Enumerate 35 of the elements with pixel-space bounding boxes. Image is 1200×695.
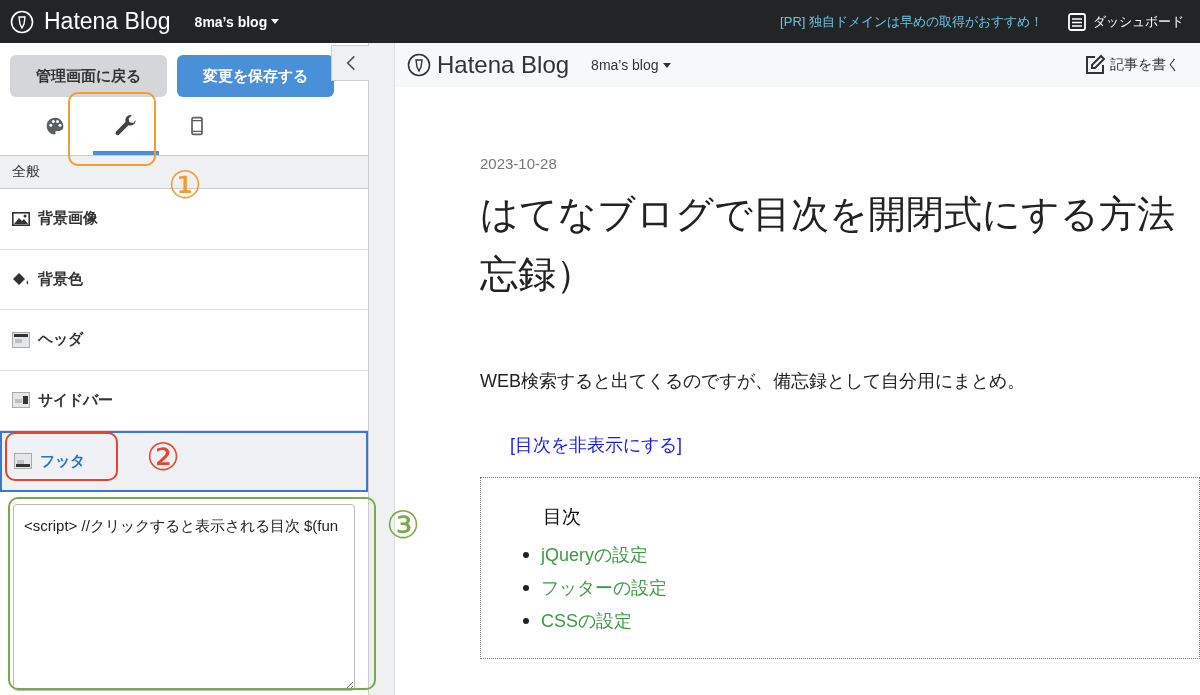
paint-bucket-icon (12, 272, 30, 287)
toc-link[interactable]: jQueryの設定 (541, 542, 648, 567)
step-number: ③ (386, 503, 421, 548)
chevron-left-icon (345, 54, 356, 72)
pen-nib-logo-icon (10, 9, 34, 34)
edit-icon (1084, 54, 1106, 76)
paragraph: WEB検索すると出てくるのですが、備忘録として自分用にまとめ。 (480, 370, 1025, 393)
write-post-button[interactable]: 記事を書く (1084, 54, 1180, 76)
bullet-icon (523, 551, 529, 558)
toc-link[interactable]: CSSの設定 (541, 608, 632, 633)
post-title: はてなブログで目次を開閉式にする方法 (480, 192, 1175, 237)
step-number: ② (146, 435, 181, 480)
promo-link[interactable]: [PR] 独自ドメインは早めの取得がおすすめ！ (780, 12, 1043, 31)
post-title: 忘録） (480, 252, 595, 297)
back-button[interactable]: 管理画面に戻る (10, 55, 167, 97)
blog-selector[interactable]: 8ma’s blog (194, 13, 280, 30)
document-icon (1067, 11, 1087, 32)
logo-text[interactable]: Hatena Blog (437, 51, 570, 79)
layout-icon (12, 331, 30, 348)
code-editor[interactable]: <script> //クリックすると表示される目次 $(fun (13, 503, 355, 691)
toc-heading: 目次 (543, 505, 582, 529)
toc-link[interactable]: フッターの設定 (541, 575, 667, 600)
bullet-icon (523, 617, 529, 624)
dashboard-button[interactable]: ダッシュボード (1067, 11, 1190, 32)
caret-icon (662, 62, 671, 68)
toc-toggle-link[interactable]: [目次を非表示にする] (510, 433, 682, 457)
bullet-icon (523, 584, 529, 591)
post-date: 2023-10-28 (480, 155, 557, 172)
image-icon (12, 211, 30, 226)
logo-text[interactable]: Hatena Blog (44, 8, 171, 35)
pen-nib-logo-icon (407, 53, 431, 77)
blog-selector[interactable]: 8ma’s blog (591, 57, 671, 73)
layout-icon (12, 392, 30, 409)
layout-icon (14, 453, 32, 470)
caret-icon (271, 19, 280, 24)
